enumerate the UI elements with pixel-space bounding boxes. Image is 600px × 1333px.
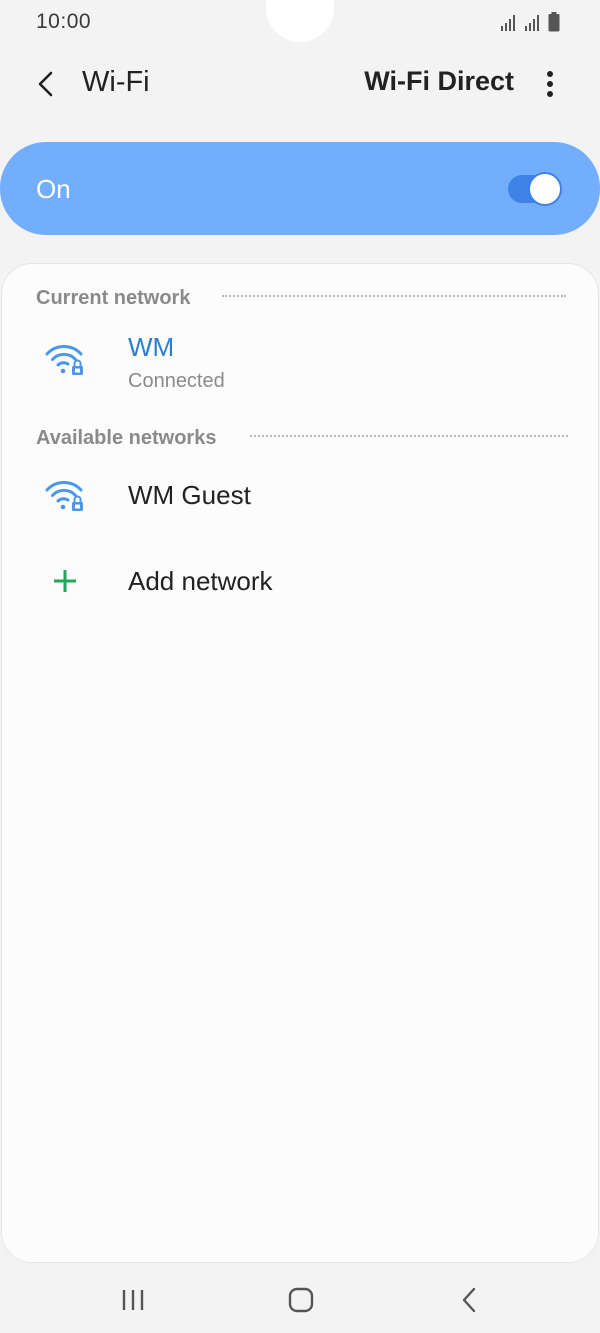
available-networks-title: Available networks	[36, 426, 217, 449]
status-icons	[500, 10, 560, 32]
add-network-row[interactable]: Add network	[2, 546, 598, 616]
wifi-direct-button[interactable]: Wi-Fi Direct	[364, 66, 514, 97]
networks-card: Current network WM Connected Available n…	[2, 264, 598, 1262]
network-row-wm-guest[interactable]: WM Guest	[2, 460, 598, 530]
navigation-bar	[0, 1262, 600, 1333]
divider-dots	[250, 435, 568, 437]
add-network-label: Add network	[128, 566, 273, 596]
network-row-wm[interactable]: WM Connected	[2, 324, 598, 402]
home-button[interactable]	[277, 1282, 325, 1318]
battery-icon	[548, 12, 560, 32]
phone-screen: 10:00 Wi-Fi Wi-Fi Direct On Current netw…	[0, 0, 600, 1333]
recents-button[interactable]	[109, 1282, 157, 1318]
current-network-title: Current network	[36, 286, 191, 309]
toggle-thumb	[528, 172, 562, 206]
wifi-lock-icon	[45, 344, 83, 375]
wifi-master-switch[interactable]: On	[0, 142, 600, 235]
wifi-toggle[interactable]	[508, 172, 562, 206]
signal-icon	[501, 15, 515, 31]
back-icon	[462, 1287, 476, 1313]
current-network-header: Current network	[36, 285, 190, 311]
home-icon	[288, 1287, 314, 1313]
status-time: 10:00	[36, 10, 92, 33]
recents-icon	[122, 1290, 144, 1310]
chevron-left-icon	[38, 71, 53, 97]
wifi-state-label: On	[36, 174, 71, 204]
network-status: Connected	[128, 370, 225, 392]
available-networks-header: Available networks	[36, 425, 216, 451]
page-title: Wi-Fi	[82, 66, 150, 98]
back-button[interactable]	[26, 64, 66, 104]
signal-icon-2	[525, 15, 539, 31]
more-vert-icon	[547, 71, 553, 97]
plus-icon	[54, 570, 76, 592]
network-name: WM Guest	[128, 480, 251, 510]
divider-dots	[222, 295, 566, 297]
more-options-button[interactable]	[530, 64, 570, 104]
status-bar: 10:00	[0, 0, 600, 44]
app-bar: Wi-Fi Wi-Fi Direct	[0, 52, 600, 116]
network-name: WM	[128, 332, 175, 362]
nav-back-button[interactable]	[445, 1282, 493, 1318]
wifi-lock-icon	[45, 480, 83, 511]
camera-notch	[266, 0, 334, 42]
